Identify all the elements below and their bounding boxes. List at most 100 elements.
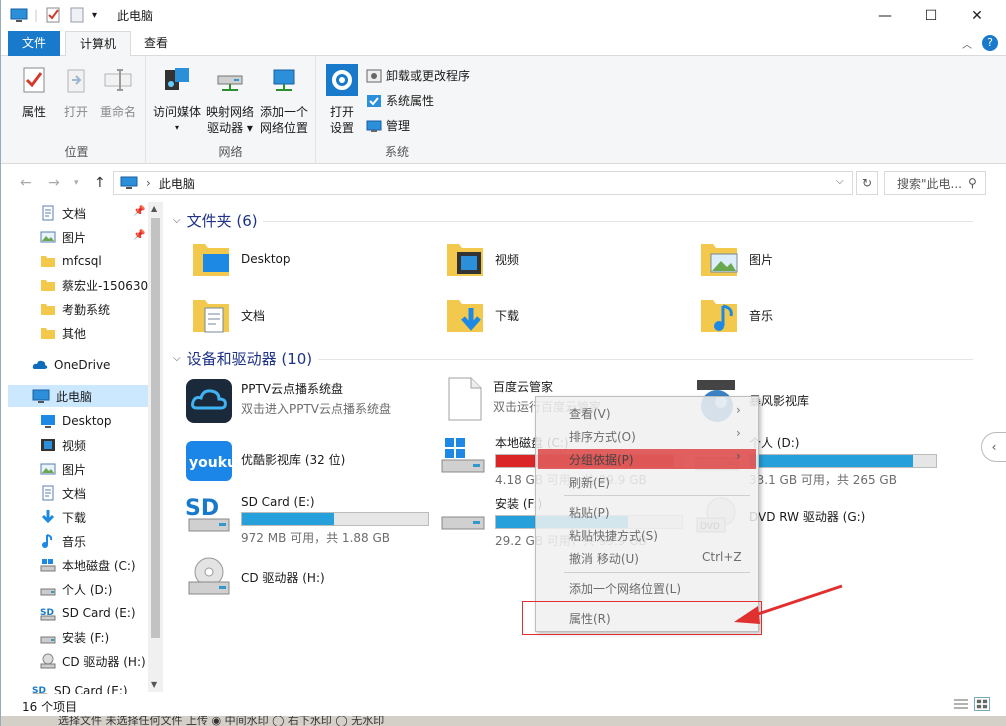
menu-item-paste-shortcut[interactable]: 粘贴快捷方式(S): [569, 527, 658, 544]
minimize-button[interactable]: —: [862, 0, 908, 31]
sidebar-item-pictures-2[interactable]: 图片: [40, 458, 86, 480]
device-pptv[interactable]: PPTV云点播系统盘 双击进入PPTV云点播系统盘: [185, 378, 391, 424]
refresh-icon[interactable]: ↻: [856, 171, 878, 195]
picture-icon: [40, 463, 56, 475]
folder-music[interactable]: 音乐: [699, 294, 773, 336]
item-count: 16 个项目: [22, 700, 78, 714]
open-button[interactable]: 打开: [58, 64, 94, 120]
sidebar-item-this-pc[interactable]: 此电脑: [8, 385, 148, 407]
details-view-icon[interactable]: [953, 698, 969, 712]
tab-file[interactable]: 文件: [8, 31, 61, 56]
close-button[interactable]: ✕: [954, 0, 1000, 31]
computer-icon[interactable]: [10, 6, 28, 24]
open-settings-button[interactable]: 打开 设置: [324, 64, 360, 136]
add-network-location-button[interactable]: 添加一个 网络位置: [256, 64, 312, 136]
menu-item-group-by[interactable]: 分组依据(P): [569, 451, 634, 468]
sidebar-item-drive-f[interactable]: 安装 (F:): [40, 626, 109, 648]
sidebar-item-attendance[interactable]: 考勤系统: [40, 298, 110, 320]
sd-card-icon: SD: [40, 608, 56, 621]
folder-downloads[interactable]: 下载: [445, 294, 519, 336]
scrollbar-thumb[interactable]: [151, 218, 160, 638]
sidebar-item-drive-e[interactable]: SD SD Card (E:): [40, 602, 136, 624]
devices-section-header[interactable]: ⌵ 设备和驱动器 (10): [173, 348, 312, 369]
rename-button[interactable]: 重命名: [98, 64, 138, 120]
address-bar[interactable]: › 此电脑: [113, 171, 853, 195]
folder-pictures[interactable]: 图片: [699, 238, 773, 280]
system-properties-button[interactable]: 系统属性: [366, 92, 434, 109]
context-menu: 查看(V) › 排序方式(O) › 分组依据(P) › 刷新(E) 粘贴(P) …: [535, 396, 759, 632]
sidebar-item-videos[interactable]: 视频: [40, 434, 86, 456]
side-panel-toggle-icon[interactable]: ‹: [981, 432, 1006, 462]
youku-icon: youku: [186, 441, 233, 481]
menu-item-sort-by[interactable]: 排序方式(O): [569, 428, 636, 445]
menu-item-paste[interactable]: 粘贴(P): [569, 504, 610, 521]
tab-view[interactable]: 查看: [130, 31, 182, 56]
new-folder-icon[interactable]: [68, 6, 86, 24]
sidebar-item-drive-d[interactable]: 个人 (D:): [40, 578, 112, 600]
chevron-down-icon: ▾: [174, 123, 179, 132]
sidebar-item-music[interactable]: 音乐: [40, 530, 86, 552]
sidebar-item-drive-c[interactable]: 本地磁盘 (C:): [40, 554, 136, 576]
device-sd-card-e[interactable]: SD SD Card (E:) 972 MB 可用，共 1.88 GB: [185, 493, 429, 546]
cd-drive-icon: [188, 557, 230, 595]
menu-item-add-network-location[interactable]: 添加一个网络位置(L): [569, 580, 681, 597]
sidebar-item-onedrive[interactable]: OneDrive: [32, 354, 110, 376]
group-network: 访问媒体 ▾ 映射网络 驱动器 ▾ 添加一个 网络位置 网络: [146, 56, 316, 164]
navigation-scrollbar[interactable]: ▲ ▼: [148, 202, 163, 692]
drive-icon: [40, 588, 56, 596]
sidebar-item-downloads[interactable]: 下载: [40, 506, 86, 528]
pptv-cloud-icon: [186, 379, 232, 423]
folder-documents[interactable]: 文档: [191, 294, 265, 336]
undo-shortcut: Ctrl+Z: [702, 550, 742, 564]
folders-section-header[interactable]: ⌵ 文件夹 (6): [173, 210, 258, 231]
sidebar-item-sd-card[interactable]: SD SD Card (E:): [32, 680, 128, 694]
up-arrow-icon[interactable]: ↑: [94, 175, 106, 191]
menu-item-undo-move[interactable]: 撤消 移动(U): [569, 550, 639, 567]
forward-arrow-icon[interactable]: →: [48, 175, 60, 191]
large-icons-view-icon[interactable]: [974, 697, 990, 711]
manage-button[interactable]: 管理: [366, 117, 410, 134]
sidebar-item-desktop[interactable]: Desktop: [40, 410, 112, 432]
properties-button[interactable]: 属性: [14, 64, 54, 120]
address-dropdown-icon[interactable]: ⌵: [836, 176, 844, 187]
chevron-down-icon[interactable]: ▾: [92, 10, 97, 21]
submenu-arrow-icon: ›: [736, 403, 741, 417]
folder-icon: [41, 304, 55, 315]
sidebar-item-documents-2[interactable]: 文档: [40, 482, 86, 504]
sidebar-item-other[interactable]: 其他: [40, 322, 86, 344]
drive-d-usage-bar: [749, 454, 937, 468]
menu-item-refresh[interactable]: 刷新(E): [569, 474, 610, 491]
sidebar-item-documents[interactable]: 文档: [40, 202, 86, 224]
collapse-ribbon-icon[interactable]: ︿: [962, 36, 972, 51]
sd-card-icon: SD: [185, 496, 230, 532]
back-arrow-icon[interactable]: ←: [20, 175, 32, 191]
ribbon: 属性 打开 重命名 位置 访问媒体 ▾ 映射网络 驱动器 ▾ 添加一个 网络位置…: [0, 56, 1006, 164]
breadcrumb[interactable]: 此电脑: [159, 175, 195, 192]
device-cd-h[interactable]: CD 驱动器 (H:): [185, 554, 325, 598]
properties-check-icon[interactable]: [44, 6, 62, 24]
folder-videos[interactable]: 视频: [445, 238, 519, 280]
menu-separator: [564, 572, 750, 573]
menu-item-view[interactable]: 查看(V): [569, 405, 611, 422]
uninstall-program-button[interactable]: 卸载或更改程序: [366, 67, 470, 84]
scroll-down-icon[interactable]: ▼: [151, 680, 157, 689]
svg-text:SD: SD: [185, 496, 219, 521]
recent-locations-icon[interactable]: ▾: [74, 178, 79, 188]
map-network-drive-button[interactable]: 映射网络 驱动器 ▾: [204, 64, 256, 136]
pin-icon[interactable]: 📌: [133, 206, 145, 217]
tab-computer[interactable]: 计算机: [65, 31, 132, 57]
sidebar-item-mfcsql[interactable]: mfcsql: [40, 250, 102, 272]
maximize-button[interactable]: ☐: [908, 0, 954, 31]
access-media-button[interactable]: 访问媒体 ▾: [151, 64, 203, 136]
windows-drive-icon: [40, 559, 56, 572]
device-youku[interactable]: youku 优酷影视库 (32 位): [185, 440, 345, 482]
scroll-up-icon[interactable]: ▲: [151, 204, 157, 213]
sidebar-item-caihongye[interactable]: 蔡宏业-15063001: [40, 274, 163, 296]
sidebar-item-drive-h[interactable]: CD 驱动器 (H:): [40, 650, 146, 672]
pin-icon[interactable]: 📌: [133, 230, 145, 241]
folder-desktop[interactable]: Desktop: [191, 238, 291, 280]
help-button[interactable]: ?: [982, 35, 998, 51]
drive-e-usage-fill: [242, 513, 335, 525]
sidebar-item-pictures[interactable]: 图片: [40, 226, 86, 248]
sd-card-icon: SD: [32, 686, 48, 694]
